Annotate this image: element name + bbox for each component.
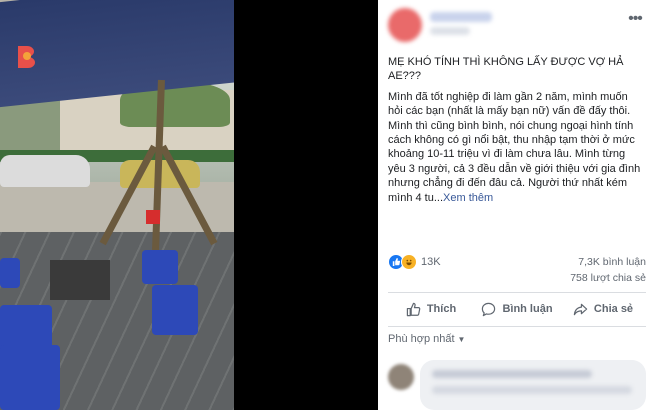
divider xyxy=(388,326,646,327)
comment-label: Bình luận xyxy=(502,303,553,315)
caret-down-icon: ▼ xyxy=(457,335,466,344)
haha-reaction-icon xyxy=(401,254,417,270)
photo-table xyxy=(50,260,110,300)
more-options-icon[interactable]: ••• xyxy=(626,10,644,28)
reactions-count: 13K xyxy=(421,256,441,268)
comment-sort-dropdown[interactable]: Phù hợp nhất ▼ xyxy=(388,333,465,345)
author-name-blurred[interactable] xyxy=(430,12,492,22)
post-panel: ••• MẸ KHÓ TÍNH THÌ KHÔNG LẤY ĐƯỢC VỢ HẢ… xyxy=(378,0,650,410)
post-header: ••• xyxy=(378,0,650,48)
photo-stool xyxy=(152,285,198,335)
post-meta-blurred xyxy=(430,27,470,35)
post-body-text: Mình đã tốt nghiệp đi làm gần 2 năm, mìn… xyxy=(388,90,641,204)
shares-count[interactable]: 758 lượt chia sẻ xyxy=(570,272,646,284)
share-arrow-icon xyxy=(573,303,588,315)
photo-red-sign xyxy=(146,210,160,224)
share-label: Chia sẻ xyxy=(593,303,634,315)
commenter-avatar[interactable] xyxy=(388,364,414,390)
photo-stool xyxy=(0,258,20,288)
post-actions: Thích Bình luận Chia sẻ xyxy=(388,293,646,325)
comment-button[interactable]: Bình luận xyxy=(474,293,560,325)
comments-count[interactable]: 7,3K bình luận xyxy=(578,256,646,268)
comment-sort-label: Phù hợp nhất xyxy=(388,333,455,345)
thumbs-up-icon xyxy=(406,302,421,316)
comment-item xyxy=(388,358,646,410)
post-stats: 13K 7,3K bình luận 758 lượt chia sẻ xyxy=(388,252,646,292)
reactions-summary[interactable]: 13K xyxy=(388,254,441,270)
photo-white-car xyxy=(0,155,90,187)
comment-text-blurred xyxy=(432,386,632,394)
photo-stool xyxy=(142,250,178,284)
see-more-link[interactable]: Xem thêm xyxy=(443,192,493,204)
share-button[interactable]: Chia sẻ xyxy=(560,293,646,325)
post-title: MẸ KHÓ TÍNH THÌ KHÔNG LẤY ĐƯỢC VỢ HẢ AE?… xyxy=(388,56,624,83)
post-text: MẸ KHÓ TÍNH THÌ KHÔNG LẤY ĐƯỢC VỢ HẢ AE?… xyxy=(388,55,643,205)
comment-bubble-icon xyxy=(482,302,496,316)
comment-text-blurred xyxy=(432,370,592,378)
like-button[interactable]: Thích xyxy=(388,293,474,325)
photo-stool xyxy=(0,345,60,410)
post-photo[interactable] xyxy=(0,0,234,410)
comment-bubble xyxy=(420,360,646,410)
author-avatar[interactable] xyxy=(388,8,422,42)
post-body: Mình đã tốt nghiệp đi làm gần 2 năm, mìn… xyxy=(388,90,643,205)
watermark-logo-icon xyxy=(18,46,35,68)
like-label: Thích xyxy=(426,303,457,315)
